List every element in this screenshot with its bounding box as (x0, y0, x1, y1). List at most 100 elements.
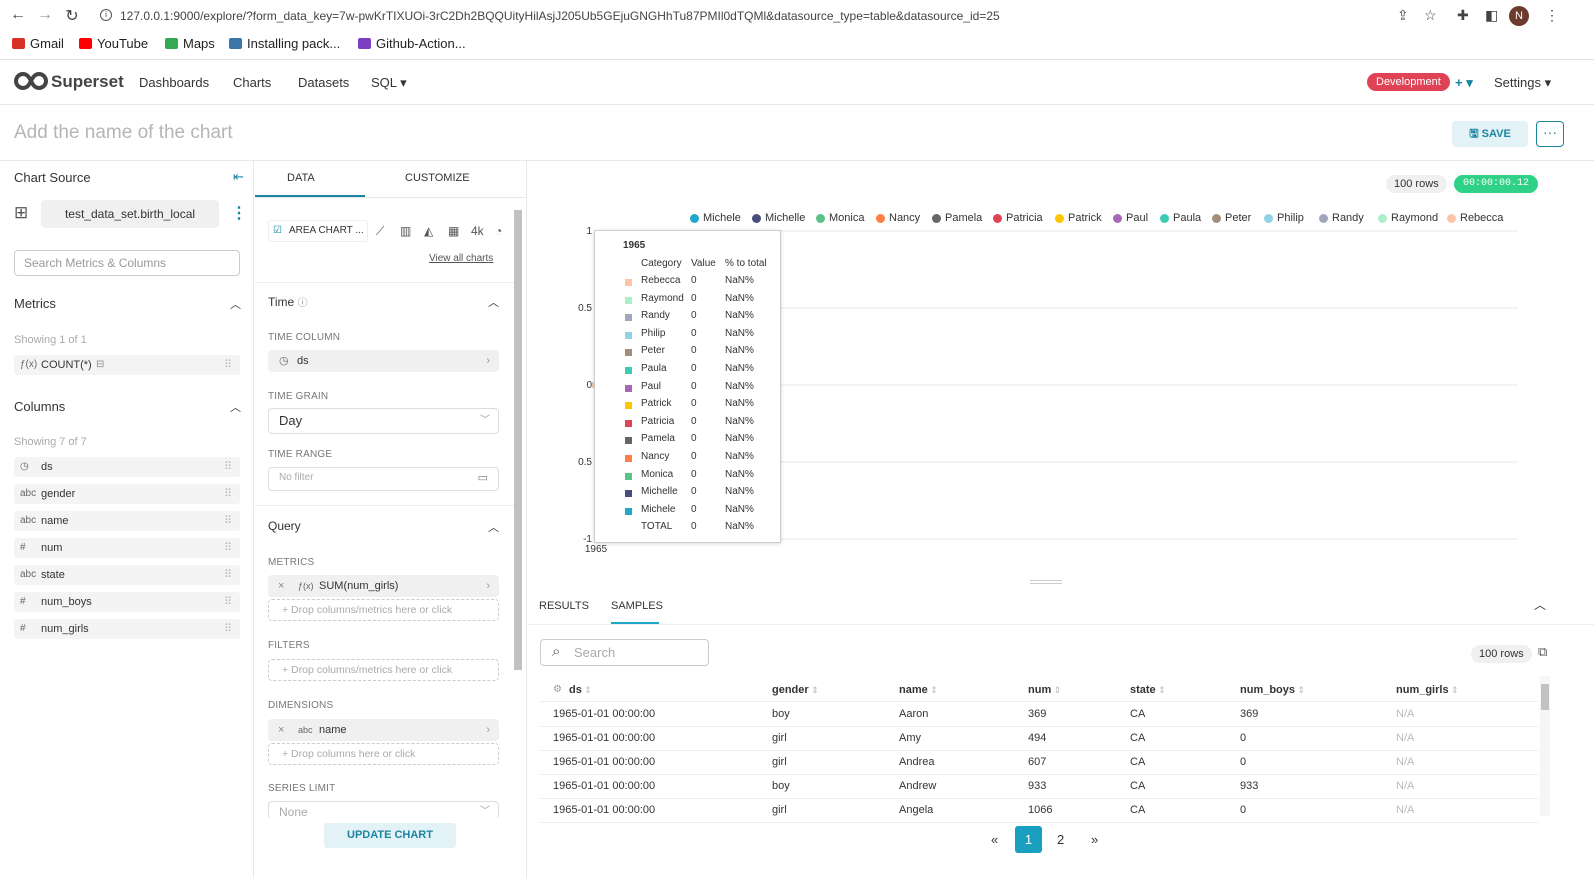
nav-sql[interactable]: SQL ▾ (371, 75, 407, 91)
column-item-gender[interactable]: abc gender ⠿ (14, 484, 240, 504)
sort-icon[interactable]: ⇕ (1156, 685, 1166, 695)
drag-handle-icon[interactable]: ⠿ (224, 355, 232, 375)
update-chart-button[interactable]: UPDATE CHART (324, 823, 456, 848)
view-all-charts-link[interactable]: View all charts (429, 253, 493, 264)
chevron-up-icon[interactable]: ︿ (230, 296, 241, 312)
series-limit-select[interactable]: None ﹀ (268, 801, 499, 819)
dataset-menu-icon[interactable]: ⋮ (231, 203, 247, 223)
superset-logo-icon[interactable] (13, 71, 49, 91)
column-header-gender[interactable]: gender ⇕ (772, 684, 819, 696)
side-panel-icon[interactable]: ◧ (1485, 7, 1498, 24)
copy-icon[interactable]: ⧉ (1538, 644, 1547, 660)
viz-type-selector[interactable]: ☑ AREA CHART ... (268, 220, 368, 242)
bar-chart-icon[interactable]: ▥ (400, 224, 411, 238)
scrollbar-thumb[interactable] (1541, 684, 1549, 710)
time-grain-select[interactable]: Day ﹀ (268, 408, 499, 434)
bookmark-gmail[interactable]: Gmail (12, 36, 64, 51)
chevron-up-icon[interactable]: ︿ (1534, 596, 1546, 613)
collapse-panel-icon[interactable]: ⇤ (233, 169, 244, 185)
chart-name-input[interactable]: Add the name of the chart (14, 122, 233, 144)
columns-section-title[interactable]: Columns (14, 399, 65, 414)
nav-datasets[interactable]: Datasets (298, 75, 349, 90)
tab-data[interactable]: DATA (287, 172, 315, 184)
sort-icon[interactable]: ⇕ (928, 685, 938, 695)
remove-icon[interactable]: × (278, 576, 284, 596)
area-chart-icon[interactable]: ◭ (424, 224, 433, 238)
column-header-num-boys[interactable]: num_boys ⇕ (1240, 684, 1305, 696)
metric-item[interactable]: ƒ(x) COUNT(*) ⊟ ⠿ (14, 355, 240, 375)
bookmark-star-icon[interactable]: ☆ (1424, 7, 1437, 24)
extensions-icon[interactable]: ✚ (1457, 7, 1469, 24)
column-item-ds[interactable]: ◷ ds ⠿ (14, 457, 240, 477)
pagination-page-1[interactable]: 1 (1015, 826, 1042, 853)
samples-search-input[interactable]: Search (540, 639, 709, 666)
scrollbar[interactable] (514, 210, 522, 670)
drop-filters-zone[interactable]: + Drop columns/metrics here or click (268, 659, 499, 681)
drop-metrics-zone[interactable]: + Drop columns/metrics here or click (268, 599, 499, 621)
address-bar[interactable]: 127.0.0.1:9000/explore/?form_data_key=7w… (120, 5, 1494, 27)
nav-dashboards[interactable]: Dashboards (139, 75, 209, 90)
dimension-pill[interactable]: × abc name › (268, 719, 499, 741)
more-actions-button[interactable]: ··· (1536, 121, 1564, 147)
line-chart-icon[interactable]: ⟋ (376, 224, 384, 239)
big-number-icon[interactable]: 4k (471, 224, 484, 238)
tab-results[interactable]: RESULTS (539, 600, 589, 612)
drag-handle-icon[interactable]: ⠿ (224, 619, 232, 639)
dataset-name[interactable]: test_data_set.birth_local (41, 200, 219, 228)
chevron-up-icon[interactable]: ︿ (230, 399, 241, 415)
back-icon[interactable]: ← (8, 6, 28, 24)
time-section-title[interactable]: Time ⓘ (268, 294, 308, 309)
drag-handle-icon[interactable]: ⠿ (224, 511, 232, 531)
bookmark-maps[interactable]: Maps (165, 36, 215, 51)
table-scrollbar[interactable] (1540, 676, 1550, 816)
time-column-select[interactable]: ◷ ds › (268, 350, 499, 372)
sort-icon[interactable]: ⇕ (1449, 685, 1459, 695)
sort-icon[interactable]: ⇕ (809, 685, 819, 695)
resize-handle[interactable] (1030, 580, 1062, 584)
column-header-num-girls[interactable]: num_girls ⇕ (1396, 684, 1459, 696)
drag-handle-icon[interactable]: ⠿ (224, 457, 232, 477)
pagination-page-2[interactable]: 2 (1057, 832, 1064, 847)
reload-icon[interactable]: ↻ (62, 6, 82, 26)
brand-name[interactable]: Superset (51, 72, 124, 92)
browser-menu-icon[interactable]: ⋮ (1545, 7, 1559, 24)
pagination-next[interactable]: » (1091, 832, 1098, 847)
column-item-num-girls[interactable]: # num_girls ⠿ (14, 619, 240, 639)
column-item-state[interactable]: abc state ⠿ (14, 565, 240, 585)
tab-samples[interactable]: SAMPLES (611, 600, 663, 612)
site-info-icon[interactable]: i (100, 9, 112, 21)
column-item-name[interactable]: abc name ⠿ (14, 511, 240, 531)
tab-customize[interactable]: CUSTOMIZE (405, 172, 470, 184)
drop-columns-zone[interactable]: + Drop columns here or click (268, 743, 499, 765)
query-section-title[interactable]: Query (268, 519, 301, 533)
column-header-num[interactable]: num ⇕ (1028, 684, 1061, 696)
drag-handle-icon[interactable]: ⠿ (224, 538, 232, 558)
time-range-picker[interactable]: No filter ▭ (268, 467, 499, 491)
drag-handle-icon[interactable]: ⠿ (224, 592, 232, 612)
forward-icon[interactable]: → (35, 6, 55, 24)
settings-menu[interactable]: Settings ▾ (1494, 75, 1551, 91)
plus-menu[interactable]: + ▾ (1455, 75, 1473, 91)
metrics-columns-search-input[interactable]: Search Metrics & Columns (14, 250, 240, 276)
sort-icon[interactable]: ⇕ (1051, 685, 1062, 695)
sort-icon[interactable]: ⇕ (1295, 685, 1306, 695)
profile-avatar[interactable]: N (1509, 6, 1529, 26)
column-item-num[interactable]: # num ⠿ (14, 538, 240, 558)
column-header-ds[interactable]: ds ⇕ (569, 684, 592, 696)
chevron-up-icon[interactable]: ︿ (488, 519, 499, 535)
nav-charts[interactable]: Charts (233, 75, 271, 90)
bookmark-github-action[interactable]: Github-Action... (358, 36, 466, 51)
share-icon[interactable]: ⇪ (1397, 7, 1409, 24)
chevron-up-icon[interactable]: ︿ (488, 294, 499, 310)
column-header-state[interactable]: state ⇕ (1130, 684, 1166, 696)
table-chart-icon[interactable]: ▦ (448, 224, 459, 238)
save-button[interactable]: 🖫 SAVE (1452, 121, 1528, 147)
sort-icon[interactable]: ⇕ (582, 685, 592, 695)
metric-pill[interactable]: × ƒ(x) SUM(num_girls) › (268, 575, 499, 597)
column-header-name[interactable]: name ⇕ (899, 684, 938, 696)
metrics-section-title[interactable]: Metrics (14, 296, 56, 311)
drag-handle-icon[interactable]: ⠿ (224, 565, 232, 585)
bookmark-youtube[interactable]: YouTube (79, 36, 148, 51)
pie-chart-icon[interactable]: ◔ (495, 224, 502, 238)
column-item-num-boys[interactable]: # num_boys ⠿ (14, 592, 240, 612)
